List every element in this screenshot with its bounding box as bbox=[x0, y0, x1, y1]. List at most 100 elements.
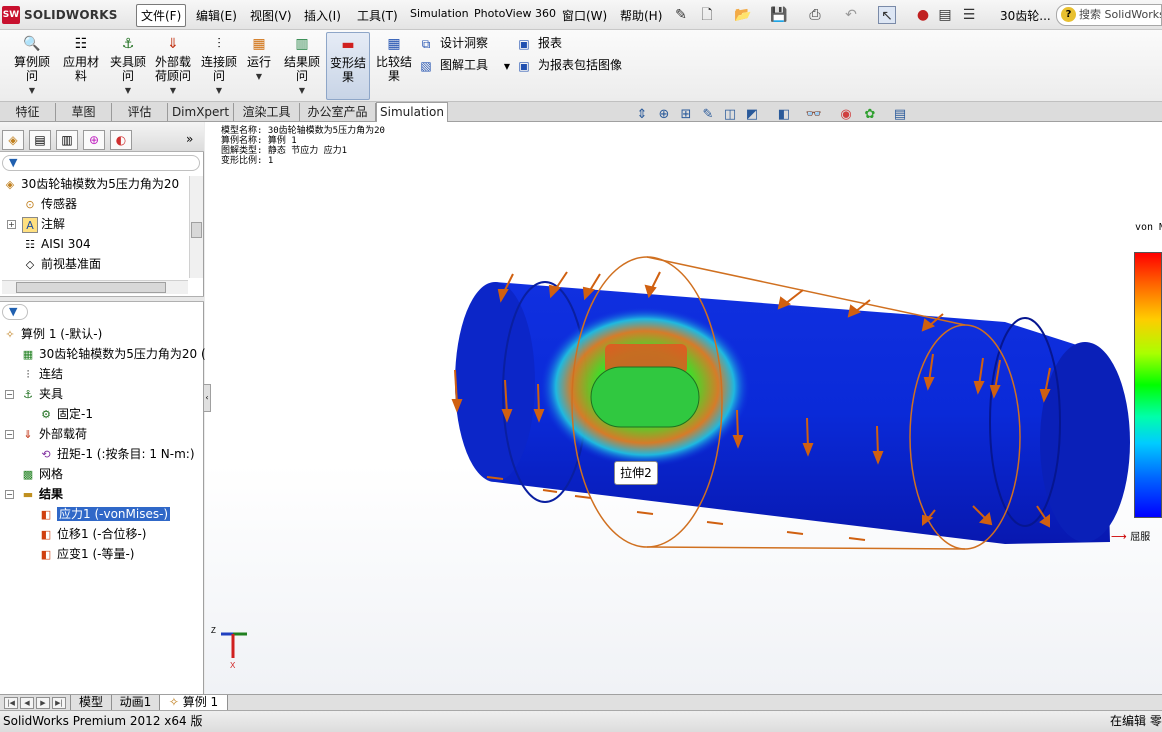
run-button[interactable]: ▦ 运行 ▼ bbox=[242, 32, 276, 100]
stress-model-view[interactable] bbox=[205, 122, 1162, 694]
configuration-manager-icon[interactable]: ▥ bbox=[56, 130, 78, 150]
menu-window[interactable]: 窗口(W) bbox=[562, 7, 607, 24]
panel-collapse-handle[interactable]: ‹ bbox=[203, 384, 211, 412]
tree-item-strain-1[interactable]: ◧ 应变1 (-等量-) bbox=[38, 544, 135, 564]
chevron-down-icon: ▼ bbox=[169, 86, 177, 95]
tree-item-displacement-1[interactable]: ◧ 位移1 (-合位移-) bbox=[38, 524, 147, 544]
tree-item-results[interactable]: ▬ 结果 bbox=[20, 484, 63, 504]
fixtures-advisor-icon: ⚓ bbox=[121, 36, 135, 52]
display-manager-icon[interactable]: ◐ bbox=[110, 130, 132, 150]
tab-study-1[interactable]: ✧ 算例 1 bbox=[160, 695, 228, 711]
collapse-fixtures-toggle[interactable]: − bbox=[5, 390, 14, 399]
tree-item-torque-1[interactable]: ⟲ 扭矩-1 (:按条目: 1 N-m:) bbox=[38, 444, 194, 464]
tree-item-study[interactable]: ✧ 算例 1 (-默认-) bbox=[2, 324, 102, 344]
scrollbar-thumb[interactable] bbox=[191, 222, 202, 238]
chevron-right-icon[interactable]: » bbox=[186, 132, 193, 146]
menu-view[interactable]: 视图(V) bbox=[250, 7, 292, 24]
nav-first-icon[interactable]: |◀ bbox=[4, 697, 18, 709]
nav-last-icon[interactable]: ▶| bbox=[52, 697, 66, 709]
external-loads-advisor-icon: ⇓ bbox=[167, 36, 179, 52]
plot-tools-button[interactable]: ▧ 图解工具 ▼ bbox=[418, 55, 510, 75]
hscrollbar-thumb[interactable] bbox=[16, 282, 166, 293]
undo-icon[interactable]: ↶ bbox=[842, 6, 860, 24]
study-advisor-button[interactable]: 🔍 算例顾 问 ▼ bbox=[8, 32, 56, 100]
tab-sketch[interactable]: 草图 bbox=[56, 103, 112, 121]
menu-insert[interactable]: 插入(I) bbox=[304, 7, 341, 24]
status-bar: SolidWorks Premium 2012 x64 版 在编辑 零 bbox=[0, 710, 1162, 732]
tab-render-tools[interactable]: 渲染工具 bbox=[234, 103, 300, 121]
options-icon[interactable]: ☰ bbox=[960, 6, 978, 24]
connections-advisor-button[interactable]: ⫶ 连接顾 问 ▼ bbox=[198, 32, 240, 100]
menu-file[interactable]: 文件(F) bbox=[136, 4, 187, 27]
tree-item-fixtures[interactable]: ⚓ 夹具 bbox=[20, 384, 63, 404]
search-input[interactable]: ? 搜索 SolidWorks bbox=[1056, 4, 1162, 26]
compare-results-button[interactable]: ▦ 比较结 果 bbox=[374, 32, 414, 100]
tree-item-annotations[interactable]: A 注解 bbox=[22, 214, 65, 234]
tab-features[interactable]: 特征 bbox=[0, 103, 56, 121]
tree-item-part[interactable]: ◈ 30齿轮轴模数为5压力角为20 bbox=[2, 174, 179, 194]
tree-item-fixed-1[interactable]: ⚙ 固定-1 bbox=[38, 404, 93, 424]
menu-tools[interactable]: 工具(T) bbox=[357, 7, 398, 24]
status-product-text: SolidWorks Premium 2012 x64 版 bbox=[3, 714, 203, 728]
tab-animation-1[interactable]: 动画1 bbox=[112, 695, 160, 711]
tab-evaluate[interactable]: 评估 bbox=[112, 103, 168, 121]
new-document-icon[interactable]: 🗋 bbox=[698, 6, 716, 24]
select-icon[interactable]: ↖ bbox=[878, 6, 896, 24]
tree-item-front-plane[interactable]: ◇ 前视基准面 bbox=[22, 254, 101, 274]
collapse-loads-toggle[interactable]: − bbox=[5, 430, 14, 439]
menu-edit[interactable]: 编辑(E) bbox=[196, 7, 237, 24]
rebuild-icon[interactable]: ● bbox=[914, 6, 932, 24]
feature-manager-panel: ◈ ▤ ▥ ⊕ ◐ » ▼ ◈ 30齿轮轴模数为5压力角为20 ⊙ 传感器 + A注… bbox=[0, 122, 211, 694]
connections-icon: ⫶ bbox=[26, 367, 30, 381]
fixtures-advisor-button[interactable]: ⚓ 夹具顾 问 ▼ bbox=[106, 32, 150, 100]
design-insight-button[interactable]: ⧉ 设计洞察 bbox=[418, 33, 488, 53]
nav-prev-icon[interactable]: ◀ bbox=[20, 697, 34, 709]
report-button[interactable]: ▣ 报表 bbox=[516, 33, 562, 53]
external-loads-advisor-button[interactable]: ⇓ 外部载 荷顾问 ▼ bbox=[152, 32, 194, 100]
property-manager-icon[interactable]: ▤ bbox=[29, 130, 51, 150]
collapse-results-toggle[interactable]: − bbox=[5, 490, 14, 499]
part-icon: ▦ bbox=[22, 347, 34, 361]
panel-splitter[interactable] bbox=[0, 296, 204, 302]
tree-item-study-part[interactable]: ▦ 30齿轮轴模数为5压力角为20 ( bbox=[20, 344, 206, 364]
file-properties-icon[interactable]: ▤ bbox=[936, 6, 954, 24]
filter-icon: ▼ bbox=[9, 305, 18, 318]
feature-tree-hscrollbar[interactable] bbox=[2, 280, 188, 294]
study-filter-input[interactable]: ▼ bbox=[2, 304, 28, 320]
run-icon: ▦ bbox=[252, 36, 266, 52]
tree-item-mesh[interactable]: ▩ 网格 bbox=[20, 464, 63, 484]
apply-material-button[interactable]: ☷ 应用材 料 bbox=[60, 32, 102, 100]
feature-tree-scrollbar[interactable] bbox=[189, 176, 203, 278]
tab-model[interactable]: 模型 bbox=[70, 695, 112, 711]
external-loads-icon: ⇓ bbox=[23, 427, 33, 441]
graphics-area[interactable]: 模型名称: 30齿轮轴模数为5压力角为20 算例名称: 算例 1 图解类型: 静… bbox=[205, 107, 1162, 694]
chevron-down-icon: ▼ bbox=[124, 86, 132, 95]
tab-dimxpert[interactable]: DimXpert bbox=[168, 103, 234, 121]
menu-photoview[interactable]: PhotoView 360 bbox=[474, 7, 556, 20]
results-advisor-icon: ▥ bbox=[295, 36, 309, 52]
print-icon[interactable]: ⎙ bbox=[806, 6, 824, 24]
solidworks-logo[interactable]: SW SOLIDWORKS bbox=[2, 4, 122, 26]
nav-next-icon[interactable]: ▶ bbox=[36, 697, 50, 709]
feature-filter-input[interactable]: ▼ bbox=[2, 155, 200, 171]
tree-item-connections[interactable]: ⫶ 连结 bbox=[20, 364, 63, 384]
menu-simulation[interactable]: Simulation bbox=[410, 7, 469, 20]
tree-item-sensors[interactable]: ⊙ 传感器 bbox=[22, 194, 77, 214]
tab-office-products[interactable]: 办公室产品 bbox=[300, 103, 376, 121]
pin-icon[interactable]: ✎ bbox=[672, 6, 690, 24]
tree-item-external-loads[interactable]: ⇓ 外部载荷 bbox=[20, 424, 87, 444]
results-advisor-button[interactable]: ▥ 结果顾 问 ▼ bbox=[282, 32, 322, 100]
tree-item-stress-1[interactable]: ◧ 应力1 (-vonMises-) bbox=[38, 504, 172, 524]
open-icon[interactable]: 📂 bbox=[734, 6, 752, 24]
include-image-button[interactable]: ▣ 为报表包括图像 bbox=[516, 55, 622, 75]
tree-item-material[interactable]: ☷ AISI 304 bbox=[22, 234, 91, 254]
stress-color-legend[interactable] bbox=[1134, 252, 1162, 518]
deformed-result-button[interactable]: ▬ 变形结 果 bbox=[326, 32, 370, 100]
feature-manager-icon[interactable]: ◈ bbox=[2, 130, 24, 150]
save-icon[interactable]: 💾 bbox=[770, 6, 788, 24]
dimxpert-manager-icon[interactable]: ⊕ bbox=[83, 130, 105, 150]
expand-annotations-toggle[interactable]: + bbox=[7, 220, 16, 229]
fixed-geometry-icon: ⚙ bbox=[41, 407, 51, 421]
tab-simulation[interactable]: Simulation bbox=[376, 102, 448, 123]
menu-help[interactable]: 帮助(H) bbox=[620, 7, 662, 24]
